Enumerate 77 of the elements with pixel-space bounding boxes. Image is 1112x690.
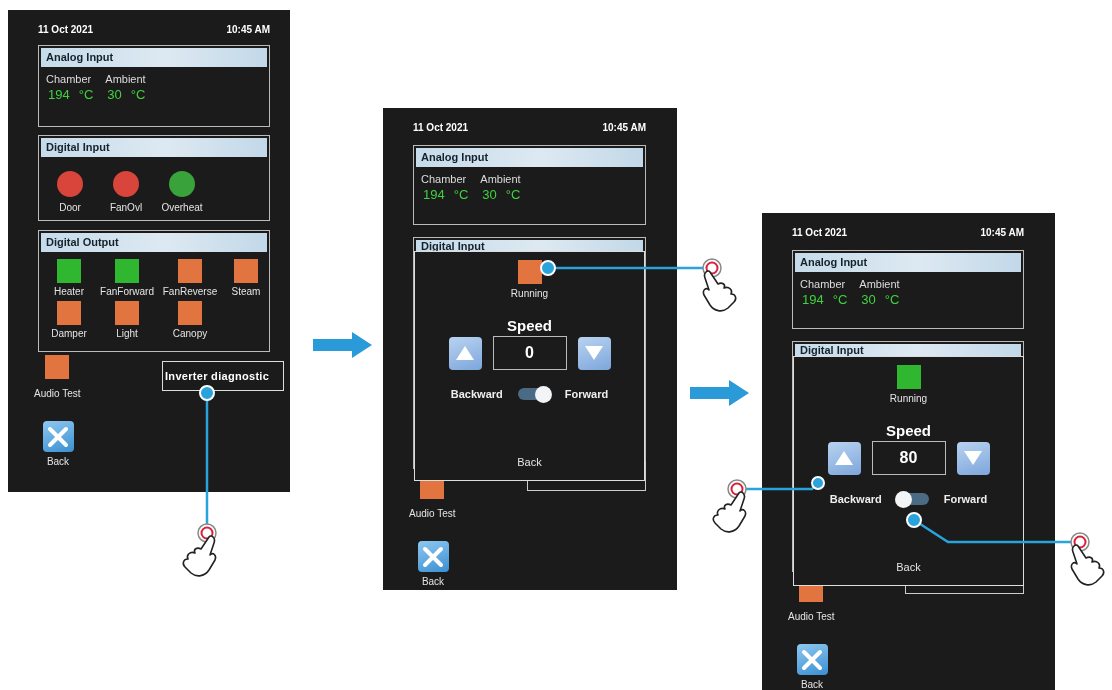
status-label: Audio Test — [34, 388, 81, 399]
panel-header: Analog Input — [795, 252, 1021, 272]
sensor-label: Ambient — [859, 277, 900, 290]
back-button[interactable]: Back — [896, 561, 921, 573]
close-icon[interactable] — [417, 541, 449, 572]
unit-label: °C — [505, 187, 521, 202]
temperature-value: 194 — [48, 87, 70, 102]
status-label: FanReverse — [162, 286, 218, 297]
time-label: 10:45 AM — [602, 122, 646, 135]
back-label: Back — [46, 456, 70, 467]
unit-label: °C — [78, 87, 94, 102]
up-arrow-button[interactable] — [827, 441, 861, 475]
back-label: Back — [800, 679, 824, 690]
inverter-diagnostic-button[interactable]: Inverter diagnostic — [162, 361, 284, 391]
up-arrow-button[interactable] — [448, 336, 482, 370]
status-label: Running — [510, 288, 549, 299]
triangle-icon — [455, 345, 475, 361]
triangle-icon — [584, 345, 604, 361]
sensor-label: Chamber — [800, 277, 847, 290]
direction-label: Backward — [829, 493, 882, 505]
down-arrow-button[interactable] — [956, 441, 990, 475]
unit-label: °C — [832, 291, 848, 307]
speed-value: 80 — [871, 441, 946, 475]
back-button[interactable]: Back — [517, 456, 542, 468]
back-label: Back — [421, 576, 445, 587]
tap-hand-icon — [703, 259, 736, 311]
direction-label: Forward — [943, 493, 988, 505]
temperature-value: 30 — [107, 87, 122, 102]
status-label: FanOvl — [109, 202, 143, 213]
tap-hand-icon — [183, 524, 216, 576]
direction-label: Backward — [450, 388, 503, 400]
down-arrow-button[interactable] — [577, 336, 611, 370]
unit-label: °C — [453, 187, 469, 202]
time-label: 10:45 AM — [226, 24, 270, 37]
tap-hand-icon — [1071, 533, 1104, 585]
status-label: Audio Test — [409, 508, 456, 519]
sensor-label: Ambient — [480, 173, 521, 185]
temperature-value: 194 — [423, 187, 445, 202]
status-label: Running — [889, 393, 928, 404]
sensor-label: Chamber — [421, 173, 468, 185]
date-label: 11 Oct 2021 — [413, 122, 469, 135]
unit-label: °C — [884, 291, 900, 307]
speed-value: 0 — [492, 336, 567, 370]
close-icon[interactable] — [42, 421, 74, 452]
panel-header: Analog Input — [41, 48, 267, 67]
toggle-switch[interactable] — [517, 388, 550, 400]
arrow-icon — [313, 332, 372, 358]
temperature-value: 30 — [482, 187, 497, 202]
panel-header: Analog Input — [416, 148, 643, 167]
time-label: 10:45 AM — [980, 227, 1024, 240]
status-label: Steam — [231, 286, 261, 297]
unit-label: °C — [130, 87, 146, 102]
panel-header: Digital Input — [41, 138, 267, 157]
direction-label: Forward — [564, 388, 609, 400]
arrow-icon — [690, 380, 749, 406]
temperature-value: 30 — [861, 291, 876, 307]
speed-title: Speed — [507, 317, 552, 334]
panel-header: Digital Output — [41, 233, 267, 252]
triangle-icon — [963, 450, 983, 466]
status-label: FanForward — [100, 286, 154, 297]
status-label: Damper — [51, 328, 87, 339]
close-icon[interactable] — [796, 644, 828, 675]
tap-hand-icon — [713, 480, 746, 532]
sensor-label: Ambient — [105, 73, 146, 85]
temperature-value: 194 — [802, 291, 824, 307]
date-label: 11 Oct 2021 — [38, 24, 94, 37]
status-label: Heater — [54, 286, 84, 297]
sensor-label: Chamber — [46, 73, 93, 85]
speed-title: Speed — [886, 422, 931, 439]
triangle-icon — [834, 450, 854, 466]
status-label: Canopy — [172, 328, 208, 339]
status-label: Overheat — [161, 202, 203, 213]
status-label: Light — [116, 328, 138, 339]
status-label: Door — [59, 202, 81, 213]
date-label: 11 Oct 2021 — [792, 227, 848, 240]
toggle-switch[interactable] — [896, 493, 929, 505]
status-label: Audio Test — [788, 611, 835, 622]
